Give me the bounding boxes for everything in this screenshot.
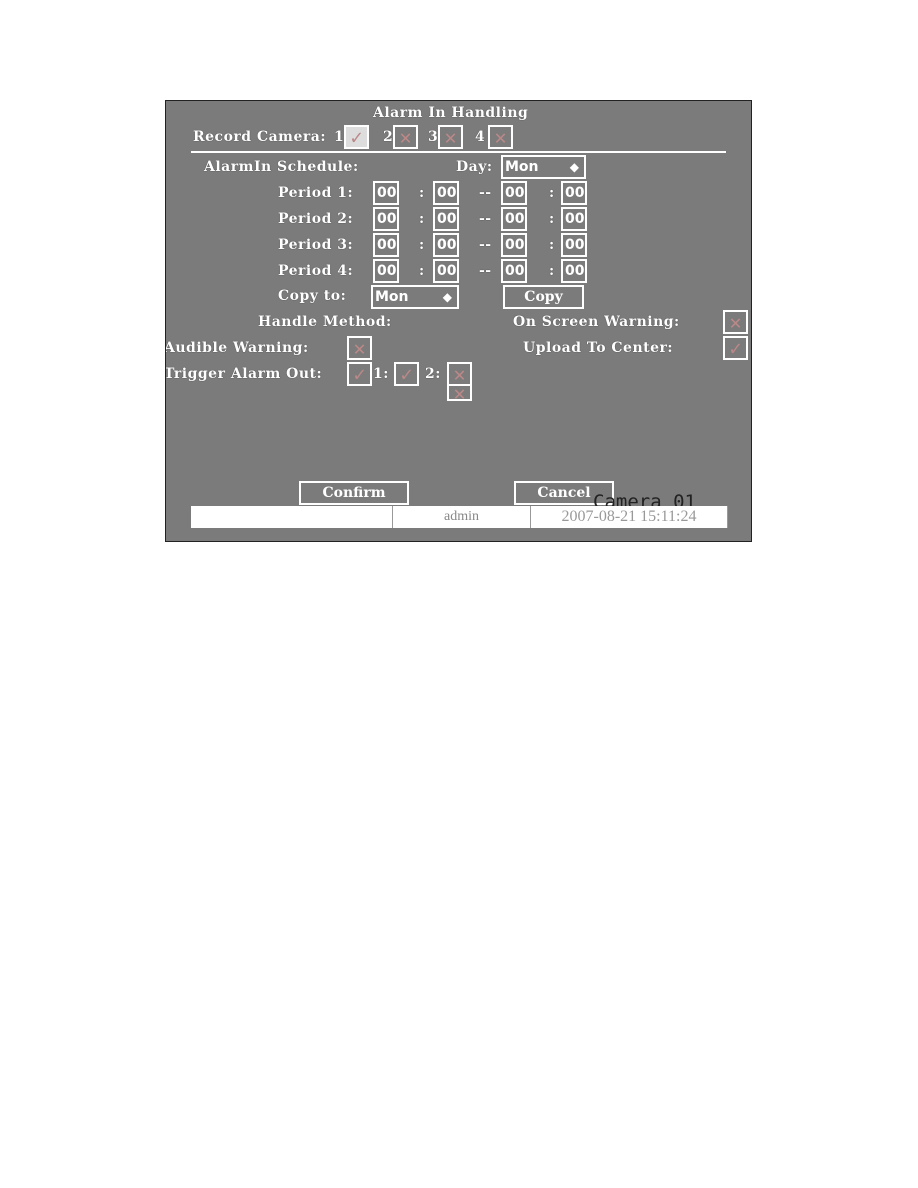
end-minute-field[interactable]: 00 [561, 207, 587, 231]
start-hour-field[interactable]: 00 [373, 207, 399, 231]
end-hour-field[interactable]: 00 [501, 259, 527, 283]
camera-1-checkbox[interactable]: ✓ [344, 125, 369, 149]
audible-warning-label: Audible Warning: [165, 340, 309, 356]
end-hour-field[interactable]: 00 [501, 233, 527, 257]
camera-4-checkbox[interactable]: ✕ [488, 125, 513, 149]
day-value: Mon [505, 159, 539, 175]
colon: : [419, 263, 425, 279]
colon: : [549, 237, 555, 253]
end-minute-field[interactable]: 00 [561, 259, 587, 283]
colon: : [549, 211, 555, 227]
end-minute-field[interactable]: 00 [561, 233, 587, 257]
day-label: Day: [456, 159, 493, 175]
copy-to-value: Mon [375, 289, 409, 305]
dvr-screen: Alarm In Handling Record Camera: 1 ✓ 2 ✕… [165, 100, 752, 542]
start-minute-field[interactable]: 00 [433, 181, 459, 205]
day-select[interactable]: Mon ◆ [501, 155, 586, 179]
copy-button[interactable]: Copy [503, 285, 584, 309]
colon: : [419, 237, 425, 253]
on-screen-warning-label: On Screen Warning: [513, 314, 680, 330]
period-label: Period 4: [278, 263, 354, 279]
copy-to-label: Copy to: [278, 288, 347, 304]
dash: -- [479, 185, 492, 201]
end-hour-field[interactable]: 00 [501, 181, 527, 205]
camera-2-checkbox[interactable]: ✕ [393, 125, 418, 149]
status-blank [191, 506, 393, 528]
page-title: Alarm In Handling [373, 105, 529, 121]
start-hour-field[interactable]: 00 [373, 259, 399, 283]
status-user: admin [393, 506, 531, 528]
camera-4-label: 4 [475, 129, 486, 145]
period-label: Period 1: [278, 185, 354, 201]
dash: -- [479, 263, 492, 279]
alarm-out-extra-checkbox[interactable]: ✕ [447, 383, 472, 403]
on-screen-warning-checkbox[interactable]: ✕ [723, 310, 748, 334]
confirm-button[interactable]: Confirm [299, 481, 409, 505]
copy-to-select[interactable]: Mon ◆ [371, 285, 459, 309]
start-hour-field[interactable]: 00 [373, 181, 399, 205]
updown-arrow-icon: ◆ [569, 160, 579, 174]
start-hour-field[interactable]: 00 [373, 233, 399, 257]
end-minute-field[interactable]: 00 [561, 181, 587, 205]
status-datetime: 2007-08-21 15:11:24 [531, 506, 728, 528]
updown-arrow-icon: ◆ [442, 290, 452, 304]
camera-1-label: 1 [334, 129, 345, 145]
colon: : [549, 185, 555, 201]
alarm-out-2-label: 2: [425, 366, 441, 382]
upload-center-checkbox[interactable]: ✓ [723, 336, 748, 360]
schedule-label: AlarmIn Schedule: [204, 159, 359, 175]
handle-method-label: Handle Method: [258, 314, 392, 330]
camera-3-checkbox[interactable]: ✕ [438, 125, 463, 149]
alarm-out-1-label: 1: [373, 366, 389, 382]
start-minute-field[interactable]: 00 [433, 207, 459, 231]
trigger-alarm-out-label: Trigger Alarm Out: [165, 366, 323, 382]
start-minute-field[interactable]: 00 [433, 233, 459, 257]
camera-3-label: 3 [428, 129, 439, 145]
colon: : [549, 263, 555, 279]
alarm-out-1-checkbox[interactable]: ✓ [394, 362, 419, 386]
audible-warning-checkbox[interactable]: ✕ [347, 336, 372, 360]
camera-2-label: 2 [383, 129, 394, 145]
record-camera-label: Record Camera: [193, 129, 326, 145]
colon: : [419, 211, 425, 227]
trigger-alarm-out-checkbox[interactable]: ✓ [347, 362, 372, 386]
period-label: Period 3: [278, 237, 354, 253]
dash: -- [479, 211, 492, 227]
end-hour-field[interactable]: 00 [501, 207, 527, 231]
divider [191, 151, 726, 153]
start-minute-field[interactable]: 00 [433, 259, 459, 283]
upload-center-label: Upload To Center: [523, 340, 674, 356]
period-label: Period 2: [278, 211, 354, 227]
colon: : [419, 185, 425, 201]
dash: -- [479, 237, 492, 253]
